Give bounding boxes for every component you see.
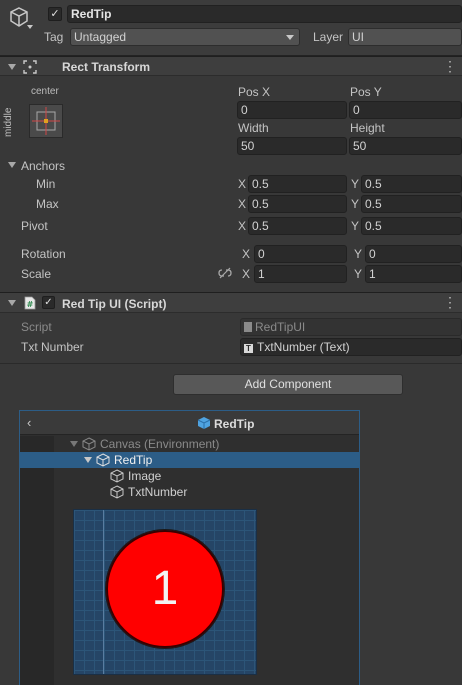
back-arrow-icon[interactable]: ‹ <box>27 415 31 430</box>
foldout-arrow-icon[interactable] <box>8 300 16 306</box>
min-y-field[interactable]: 0.5 <box>361 175 462 193</box>
txt-number-label: Txt Number <box>21 340 84 354</box>
hierarchy-item-label: Canvas (Environment) <box>100 437 220 451</box>
width-field[interactable]: 50 <box>237 137 347 155</box>
scale-x-axis-label: X <box>242 267 251 281</box>
min-x-axis-label: X <box>238 177 247 191</box>
gameobject-name-field[interactable]: RedTip <box>67 5 462 23</box>
pivot-y-axis-label: Y <box>351 219 360 233</box>
txt-number-value: TxtNumber (Text) <box>257 340 350 354</box>
hierarchy-left-strip <box>20 436 54 685</box>
rotation-y-field[interactable]: 0 <box>365 245 462 263</box>
hierarchy-item-label: Image <box>128 469 162 483</box>
component-menu-icon[interactable]: ⋮ <box>443 58 457 75</box>
active-checkbox[interactable]: ✓ <box>48 7 62 21</box>
anchor-preset-icon <box>32 107 60 135</box>
min-x-field[interactable]: 0.5 <box>248 175 347 193</box>
prefab-title: RedTip <box>214 417 255 431</box>
dropdown-arrow-icon <box>286 35 294 40</box>
scale-y-axis-label: Y <box>354 267 363 281</box>
hierarchy-row[interactable]: TxtNumber <box>54 484 359 500</box>
foldout-arrow-icon[interactable] <box>8 64 16 70</box>
tag-label: Tag <box>44 30 64 44</box>
tag-value: Untagged <box>74 30 127 44</box>
svg-text:#: # <box>27 300 34 309</box>
script-file-small-icon <box>244 322 252 332</box>
layer-value: UI <box>352 30 364 44</box>
gameobject-icon <box>110 485 124 502</box>
tag-dropdown[interactable]: Untagged <box>70 28 300 46</box>
script-label: Script <box>21 320 52 334</box>
constrain-proportions-icon[interactable] <box>218 267 232 282</box>
script-component-header[interactable]: # ✓ Red Tip UI (Script) ⋮ <box>0 292 462 313</box>
expand-arrow-icon[interactable] <box>84 457 92 463</box>
max-x-axis-label: X <box>238 197 247 211</box>
min-label: Min <box>36 177 56 191</box>
pos-x-field[interactable]: 0 <box>237 101 347 119</box>
layer-label: Layer <box>313 30 344 44</box>
pivot-x-field[interactable]: 0.5 <box>248 217 347 235</box>
divider <box>0 363 462 364</box>
badge-number: 1 <box>151 562 179 615</box>
chevron-down-icon[interactable] <box>27 25 33 29</box>
red-tip-badge: 1 <box>106 530 224 648</box>
prefab-panel-header: ‹ RedTip <box>20 411 359 435</box>
max-x-field[interactable]: 0.5 <box>248 195 347 213</box>
component-enabled-checkbox[interactable]: ✓ <box>42 296 55 309</box>
layer-dropdown[interactable]: UI <box>348 28 462 46</box>
width-label: Width <box>238 121 269 135</box>
pos-x-label: Pos X <box>238 85 271 99</box>
script-field: RedTipUI <box>240 318 462 336</box>
scale-y-field[interactable]: 1 <box>365 265 462 283</box>
max-y-field[interactable]: 0.5 <box>361 195 462 213</box>
min-y-axis-label: Y <box>351 177 360 191</box>
anchors-label[interactable]: Anchors <box>21 159 65 173</box>
rot-x-axis-label: X <box>242 247 251 261</box>
max-label: Max <box>36 197 59 211</box>
scale-x-field[interactable]: 1 <box>254 265 347 283</box>
rotation-label: Rotation <box>21 247 66 261</box>
pivot-y-field[interactable]: 0.5 <box>361 217 462 235</box>
prefab-cube-icon <box>197 416 211 433</box>
height-field[interactable]: 50 <box>349 137 462 155</box>
hierarchy-item-label: TxtNumber <box>128 485 188 499</box>
pivot-label: Pivot <box>21 219 48 233</box>
script-file-icon: # <box>24 296 36 313</box>
hierarchy-item-label: RedTip <box>114 453 153 467</box>
rect-transform-header[interactable]: Rect Transform ⋮ <box>0 56 462 76</box>
rotation-x-field[interactable]: 0 <box>254 245 347 263</box>
script-value: RedTipUI <box>255 320 306 334</box>
scene-preview: 1 <box>73 509 257 675</box>
script-component-title: Red Tip UI (Script) <box>62 297 167 311</box>
pivot-x-axis-label: X <box>238 219 247 233</box>
hierarchy-row-selected[interactable]: RedTip <box>20 452 359 468</box>
add-component-button[interactable]: Add Component <box>173 374 403 395</box>
component-menu-icon[interactable]: ⋮ <box>443 294 457 311</box>
anchor-presets-button[interactable] <box>29 104 63 138</box>
txt-number-field[interactable]: T TxtNumber (Text) <box>240 338 462 356</box>
rot-y-axis-label: Y <box>354 247 363 261</box>
text-component-icon: T <box>244 344 253 353</box>
height-label: Height <box>350 121 385 135</box>
rect-transform-title: Rect Transform <box>62 60 151 74</box>
rect-transform-icon <box>23 60 37 77</box>
pos-y-label: Pos Y <box>350 85 382 99</box>
prefab-preview-panel: ‹ RedTip Canvas (Environment) RedTip Ima… <box>19 410 360 685</box>
anchor-preset-v-label: middle <box>3 107 14 137</box>
anchor-preset-h-label: center <box>31 86 59 97</box>
pos-y-field[interactable]: 0 <box>349 101 462 119</box>
scale-label: Scale <box>21 267 52 281</box>
hierarchy-row[interactable]: Image <box>54 468 359 484</box>
hierarchy-row[interactable]: Canvas (Environment) <box>54 436 359 452</box>
preview-guide-line <box>103 510 104 674</box>
max-y-axis-label: Y <box>351 197 360 211</box>
expand-arrow-icon[interactable] <box>70 441 78 447</box>
anchors-foldout-icon[interactable] <box>8 162 16 168</box>
